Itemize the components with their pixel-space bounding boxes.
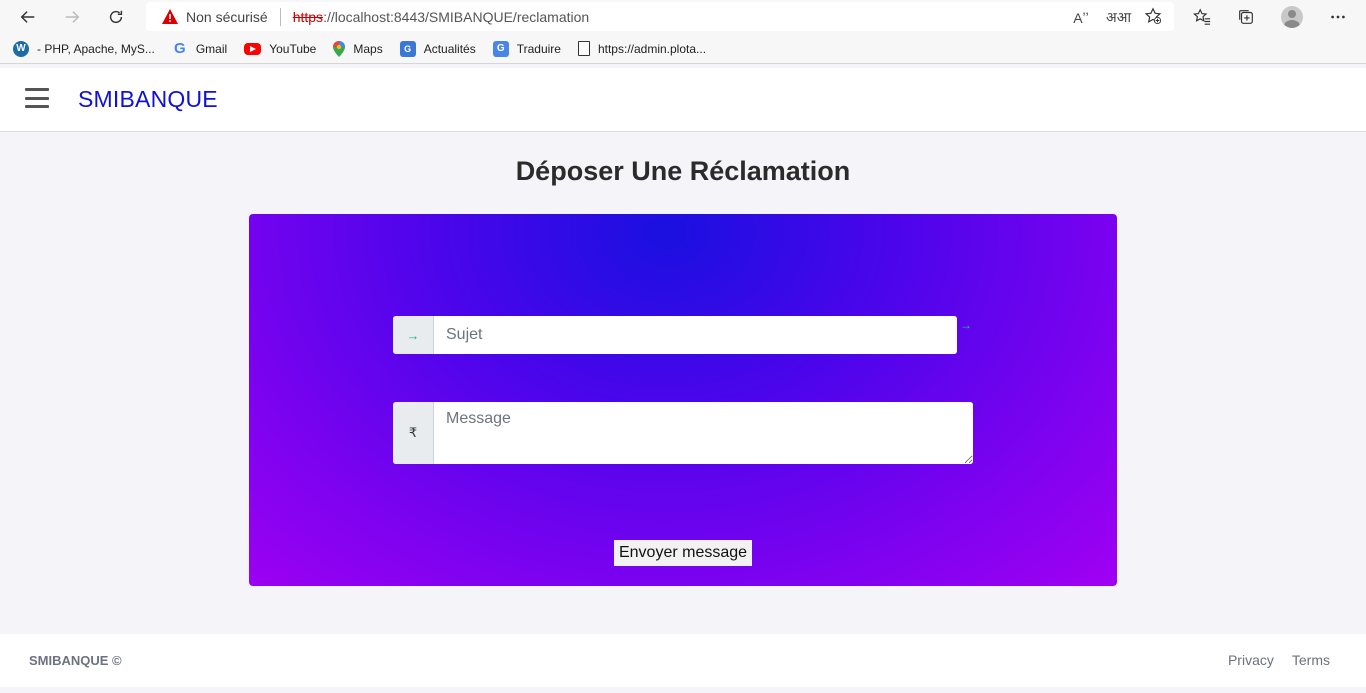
- menu-icon[interactable]: [25, 88, 49, 108]
- app-header: SMIBANQUE: [0, 68, 1366, 132]
- address-separator: [279, 7, 281, 26]
- maps-icon: [333, 40, 346, 57]
- url-text[interactable]: https://localhost:8443/SMIBANQUE/reclama…: [293, 9, 589, 25]
- page-title: Déposer Une Réclamation: [515, 156, 851, 186]
- subject-input[interactable]: [434, 316, 957, 354]
- bookmarks-bar: W - PHP, Apache, MyS... G Gmail YouTube …: [0, 34, 1366, 64]
- copyright-text: SMIBANQUE ©: [29, 653, 122, 668]
- read-aloud-icon[interactable]: Aʼʼ: [1070, 10, 1092, 26]
- message-textarea[interactable]: [434, 402, 973, 464]
- google-icon: G: [174, 40, 186, 57]
- bookmark-item[interactable]: W - PHP, Apache, MyS...: [13, 40, 155, 57]
- more-options-icon[interactable]: [1324, 4, 1352, 30]
- arrow-right-icon: →: [406, 327, 420, 343]
- arrow-right-icon: →: [960, 318, 972, 332]
- bookmark-label: YouTube: [269, 41, 317, 56]
- bookmark-item[interactable]: G Actualités: [399, 40, 476, 57]
- warning-icon[interactable]: [162, 9, 178, 24]
- footer-links: Privacy Terms: [1228, 652, 1330, 668]
- brand-logo[interactable]: SMIBANQUE: [78, 86, 218, 113]
- address-bar[interactable]: Non sécurisé https://localhost:8443/SMIB…: [146, 2, 1174, 31]
- bookmark-label: Gmail: [195, 41, 228, 56]
- reclamation-form-card: [249, 214, 1117, 586]
- add-favorite-icon[interactable]: [1142, 7, 1164, 28]
- bookmark-item[interactable]: https://admin.plota...: [577, 41, 707, 56]
- bookmark-label: - PHP, Apache, MyS...: [37, 41, 155, 56]
- translate-page-icon[interactable]: अआ: [1106, 8, 1131, 27]
- terms-link[interactable]: Terms: [1292, 652, 1330, 668]
- bookmark-label: Traduire: [516, 41, 561, 56]
- bookmark-label: Maps: [353, 41, 383, 56]
- collections-icon[interactable]: [1232, 4, 1260, 30]
- forward-arrow-icon[interactable]: [58, 3, 86, 31]
- bookmark-item[interactable]: G Gmail: [172, 40, 228, 57]
- subject-field: →: [393, 316, 957, 354]
- page-footer: SMIBANQUE © Privacy Terms: [0, 634, 1366, 687]
- bookmark-item[interactable]: Maps: [333, 40, 383, 57]
- favorites-icon[interactable]: [1188, 4, 1216, 30]
- security-label[interactable]: Non sécurisé: [186, 9, 268, 25]
- url-scheme: https: [292, 8, 324, 25]
- translate-icon: G: [492, 40, 509, 57]
- message-field: ₹: [393, 402, 973, 464]
- url-rest: ://localhost:8443/SMIBANQUE/reclamation: [323, 8, 590, 25]
- rupee-icon: ₹: [393, 402, 434, 464]
- bookmark-label: https://admin.plota...: [597, 41, 707, 56]
- bookmark-item[interactable]: YouTube: [244, 42, 316, 56]
- document-icon: [577, 41, 590, 56]
- bookmark-item[interactable]: G Traduire: [492, 40, 561, 57]
- profile-avatar-icon[interactable]: [1278, 4, 1306, 30]
- reload-icon[interactable]: [102, 3, 130, 31]
- youtube-icon: [244, 42, 262, 55]
- wordpress-icon: W: [13, 40, 29, 57]
- news-icon: G: [399, 40, 416, 57]
- bookmark-label: Actualités: [423, 41, 476, 56]
- back-arrow-icon[interactable]: [14, 3, 42, 31]
- privacy-link[interactable]: Privacy: [1228, 652, 1274, 668]
- send-message-button[interactable]: Envoyer message: [614, 540, 752, 566]
- subject-prefix: →: [393, 316, 434, 354]
- browser-toolbar: Non sécurisé https://localhost:8443/SMIB…: [0, 0, 1366, 34]
